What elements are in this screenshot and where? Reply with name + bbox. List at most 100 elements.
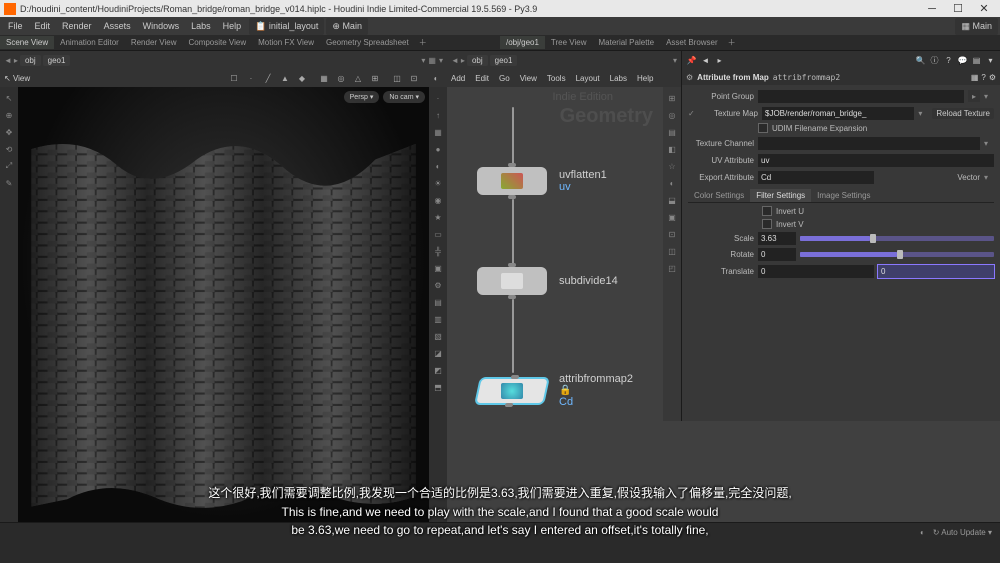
tab-scene-view[interactable]: Scene View bbox=[0, 36, 54, 49]
udim-checkbox[interactable] bbox=[758, 123, 768, 133]
nav-back-icon[interactable]: ◄ bbox=[700, 55, 711, 66]
net-tool-e-icon[interactable]: ☆ bbox=[665, 159, 679, 173]
tab-color-settings[interactable]: Color Settings bbox=[688, 189, 750, 202]
disp-wire-icon[interactable]: ▦ bbox=[431, 125, 445, 139]
channel-dd-icon[interactable]: ▾ bbox=[984, 139, 994, 148]
viewport-cam-badge[interactable]: No cam ▾ bbox=[383, 91, 425, 103]
node-subdivide14[interactable]: subdivide14 bbox=[477, 267, 618, 295]
net-tool-c-icon[interactable]: ▤ bbox=[665, 125, 679, 139]
disp-grid-icon[interactable]: ╬ bbox=[431, 244, 445, 258]
disp-d-icon[interactable]: ◪ bbox=[431, 346, 445, 360]
node-uvflatten1[interactable]: uvflatten1 uv bbox=[477, 167, 607, 195]
tab-animation-editor[interactable]: Animation Editor bbox=[54, 36, 125, 49]
disp-cam-icon[interactable]: ▣ bbox=[431, 261, 445, 275]
update-mode-dropdown[interactable]: ↻ Auto Update ▾ bbox=[933, 528, 992, 537]
path-dropdown-icon[interactable]: ▾ bbox=[421, 56, 425, 65]
net-tool-j-icon[interactable]: ◫ bbox=[665, 244, 679, 258]
desktop-preset-1[interactable]: 📋 initial_layout bbox=[249, 18, 324, 35]
handle-tool-icon[interactable]: ⊕ bbox=[2, 108, 16, 122]
group-menu-icon[interactable]: ▾ bbox=[984, 92, 994, 101]
sel-object-icon[interactable]: ☐ bbox=[227, 71, 241, 85]
viewport-persp-badge[interactable]: Persp ▾ bbox=[344, 91, 380, 103]
nav-fwd-icon[interactable]: ▸ bbox=[14, 56, 18, 65]
disp-opts-icon[interactable]: ⚙ bbox=[431, 278, 445, 292]
path-grid-icon[interactable]: ▦ bbox=[428, 56, 436, 65]
net-crumb-obj[interactable]: obj bbox=[467, 55, 488, 66]
tab-motionfx-view[interactable]: Motion FX View bbox=[252, 36, 320, 49]
tab-material-palette[interactable]: Material Palette bbox=[593, 36, 661, 49]
menu-file[interactable]: File bbox=[2, 18, 29, 34]
net-menu-layout[interactable]: Layout bbox=[576, 74, 600, 83]
texture-picker-icon[interactable]: ✓ bbox=[688, 109, 698, 118]
select-tool-icon[interactable]: ↖ bbox=[2, 91, 16, 105]
sel-vert-icon[interactable]: ◆ bbox=[295, 71, 309, 85]
disp-bg-icon[interactable]: ▭ bbox=[431, 227, 445, 241]
sel-prim-icon[interactable]: ▲ bbox=[278, 71, 292, 85]
pane-menu-icon[interactable]: ▾ bbox=[439, 56, 443, 65]
net-menu-view[interactable]: View bbox=[520, 74, 537, 83]
find-icon[interactable]: 🔍 bbox=[915, 55, 926, 66]
nav-fwd-icon[interactable]: ▸ bbox=[714, 55, 725, 66]
tab-add-left[interactable]: ＋ bbox=[415, 35, 431, 50]
net-menu-labs[interactable]: Labs bbox=[610, 74, 627, 83]
rotate-slider[interactable] bbox=[800, 250, 994, 260]
net-tool-g-icon[interactable]: ⬓ bbox=[665, 193, 679, 207]
snap-prim-icon[interactable]: △ bbox=[351, 71, 365, 85]
tab-composite-view[interactable]: Composite View bbox=[182, 36, 252, 49]
scale-input[interactable] bbox=[758, 232, 796, 245]
preset-icon[interactable]: ▤ bbox=[971, 55, 982, 66]
desktop-preset-2[interactable]: ⊕ Main bbox=[326, 18, 368, 35]
menu-labs[interactable]: Labs bbox=[185, 18, 217, 34]
sel-edge-icon[interactable]: ╱ bbox=[261, 71, 275, 85]
op-name-label[interactable]: attribfrommap2 bbox=[773, 73, 840, 82]
texture-channel-input[interactable] bbox=[758, 137, 980, 150]
rotate-tool-icon[interactable]: ⟲ bbox=[2, 142, 16, 156]
disp-f-icon[interactable]: ⬒ bbox=[431, 380, 445, 394]
tab-add-right[interactable]: ＋ bbox=[724, 35, 740, 50]
flag-help-icon[interactable]: ? bbox=[981, 73, 985, 82]
net-menu-add[interactable]: Add bbox=[451, 74, 465, 83]
node-attribfrommap2[interactable]: attribfrommap2 🔒 Cd bbox=[477, 373, 633, 408]
move-tool-icon[interactable]: ✥ bbox=[2, 125, 16, 139]
menu-render[interactable]: Render bbox=[56, 18, 98, 34]
invert-v-checkbox[interactable] bbox=[762, 219, 772, 229]
net-tool-f-icon[interactable]: ◐ bbox=[665, 176, 679, 190]
flag-bypass-icon[interactable]: ▦ bbox=[971, 73, 979, 82]
display-opts-icon[interactable]: ◐ bbox=[429, 71, 443, 85]
translate-x-input[interactable] bbox=[758, 265, 874, 278]
tab-render-view[interactable]: Render View bbox=[125, 36, 183, 49]
cook-indicator-icon[interactable]: ◐ bbox=[920, 528, 925, 537]
network-editor-canvas[interactable]: Indie Edition Geometry uvflatten1 uv bbox=[447, 87, 663, 421]
disp-lighting-icon[interactable]: ☀ bbox=[431, 176, 445, 190]
disp-normals-icon[interactable]: ↑ bbox=[431, 108, 445, 122]
maximize-button[interactable]: ☐ bbox=[946, 2, 970, 16]
network-editor-lower[interactable] bbox=[447, 421, 1000, 522]
invert-u-checkbox[interactable] bbox=[762, 206, 772, 216]
desktop-current[interactable]: ▦ Main bbox=[955, 18, 998, 35]
texture-map-input[interactable] bbox=[762, 107, 914, 120]
net-tool-k-icon[interactable]: ◰ bbox=[665, 261, 679, 275]
group-picker-icon[interactable]: ▸ bbox=[968, 90, 980, 102]
pane-dd-icon[interactable]: ▾ bbox=[985, 55, 996, 66]
brush-tool-icon[interactable]: ✎ bbox=[2, 176, 16, 190]
snap-grid-icon[interactable]: ▦ bbox=[317, 71, 331, 85]
net-path-menu-icon[interactable]: ▾ bbox=[673, 56, 677, 65]
reload-texture-button[interactable]: Reload Texture bbox=[932, 108, 994, 119]
disp-material-icon[interactable]: ◉ bbox=[431, 193, 445, 207]
scale-slider[interactable] bbox=[800, 234, 994, 244]
nav-back-icon[interactable]: ◄ bbox=[4, 56, 12, 65]
snap-multi-icon[interactable]: ⊞ bbox=[368, 71, 382, 85]
translate-y-input[interactable] bbox=[878, 265, 994, 278]
export-attr-input[interactable] bbox=[758, 171, 874, 184]
rotate-input[interactable] bbox=[758, 248, 796, 261]
net-crumb-geo1[interactable]: geo1 bbox=[490, 55, 518, 66]
disp-e-icon[interactable]: ◩ bbox=[431, 363, 445, 377]
disp-ghost-icon[interactable]: ◐ bbox=[431, 159, 445, 173]
net-tool-d-icon[interactable]: ◧ bbox=[665, 142, 679, 156]
scale-tool-icon[interactable]: ⤢ bbox=[2, 159, 16, 173]
net-menu-help[interactable]: Help bbox=[637, 74, 653, 83]
net-menu-go[interactable]: Go bbox=[499, 74, 510, 83]
disp-points-icon[interactable]: · bbox=[431, 91, 445, 105]
cplane-icon[interactable]: ◫ bbox=[390, 71, 404, 85]
export-type-dd-icon[interactable]: ▾ bbox=[984, 173, 994, 182]
